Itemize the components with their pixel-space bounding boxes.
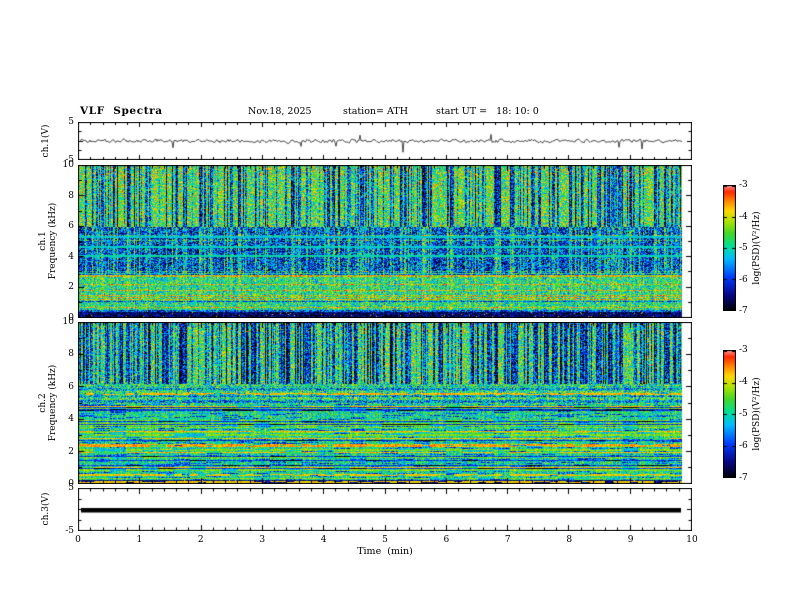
spec2-y-tick-label: 8	[68, 349, 74, 360]
ch3-y-tick-label: 5	[68, 483, 74, 493]
time-tick-label: 8	[566, 535, 573, 545]
vlf-spectra-figure: VLF Spectra Nov.18, 2025 station= ATH st…	[0, 0, 792, 612]
spec1-y-tick-label: 8	[68, 190, 74, 201]
figure-date: Nov.18, 2025	[248, 106, 312, 117]
colorbar-ch2	[723, 350, 736, 478]
time-tick-label: 2	[197, 535, 204, 545]
colorbar1-tick-label: -7	[739, 306, 748, 316]
ch1-waveform-ylabel: ch.1(V)	[41, 124, 51, 158]
colorbar2-tick-label: -5	[739, 409, 748, 419]
station-label: station= ATH	[343, 106, 408, 117]
time-tick-label: 4	[320, 535, 327, 545]
time-tick-label: 10	[686, 535, 698, 545]
start-ut-label: start UT = 18: 10: 0	[436, 106, 539, 117]
spec2-y-tick-label: 4	[68, 414, 74, 425]
time-axis-label: Time (min)	[357, 546, 413, 557]
time-tick-label: 9	[627, 535, 634, 545]
ch1-spectrogram-canvas	[78, 165, 692, 318]
spec2-y-tick-label: 10	[62, 317, 74, 327]
colorbar2-tick-label: -7	[739, 473, 748, 483]
time-tick-label: 6	[443, 535, 450, 545]
time-tick-label: 0	[75, 535, 81, 545]
colorbar1-tick-label: -3	[739, 180, 748, 190]
ch1-frequency-axis-label: Frequency (kHz)	[48, 202, 58, 280]
ch3-waveform-canvas	[78, 488, 692, 531]
colorbar1-tick-label: -6	[739, 274, 748, 285]
ch1-waveform-canvas	[78, 122, 692, 160]
colorbar2-tick-label: -3	[739, 345, 748, 355]
time-tick-label: 5	[382, 535, 388, 545]
time-tick-label: 1	[136, 535, 143, 545]
time-tick-label: 7	[504, 535, 511, 545]
figure-title: VLF Spectra	[80, 105, 163, 117]
ch2-spectrogram-canvas	[78, 322, 692, 484]
spec1-y-tick-label: 4	[68, 251, 74, 262]
time-tick-label: 3	[259, 535, 266, 545]
waveform-y-tick-label: 5	[68, 117, 74, 127]
spec1-y-tick-label: 2	[68, 282, 74, 293]
colorbar1-tick-label: -5	[739, 243, 748, 253]
ch1-channel-label: ch.1	[38, 231, 48, 251]
spec2-y-tick-label: 6	[68, 381, 74, 392]
spec1-y-tick-label: 6	[68, 221, 74, 232]
ch1-spectrogram-ylabel: ch.1 Frequency (kHz)	[38, 203, 58, 280]
waveform-y-tick-label: -5	[65, 155, 74, 165]
spec2-y-tick-label: 2	[68, 446, 74, 457]
colorbar1-tick-label: -4	[739, 211, 748, 222]
colorbar2-tick-label: -6	[739, 441, 748, 451]
colorbar-ch1	[723, 185, 736, 311]
ch2-channel-label: ch.2	[38, 393, 48, 413]
ch2-spectrogram-ylabel: ch.2 Frequency (kHz)	[38, 365, 58, 442]
ch2-frequency-axis-label: Frequency (kHz)	[48, 364, 58, 442]
ch3-waveform-ylabel: ch.3(V)	[41, 492, 51, 526]
colorbar2-tick-label: -4	[739, 377, 748, 387]
